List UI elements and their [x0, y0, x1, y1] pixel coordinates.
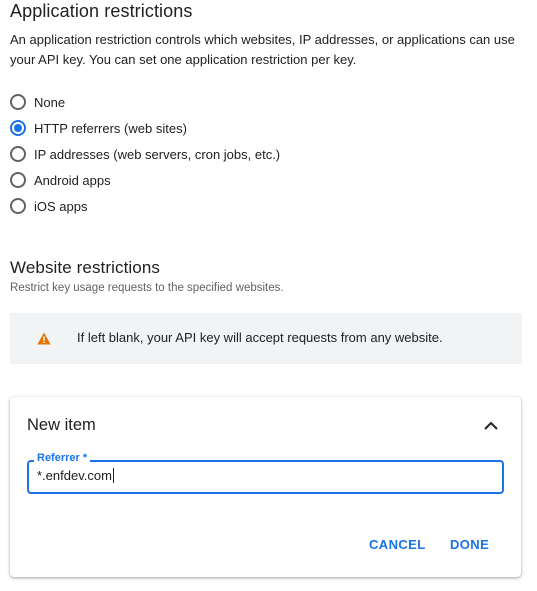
card-title: New item	[27, 416, 96, 434]
warning-icon	[37, 332, 51, 345]
referrer-input[interactable]: *.enfdev.com	[37, 468, 114, 483]
radio-button-checked[interactable]	[10, 120, 26, 136]
cancel-button[interactable]: CANCEL	[369, 537, 426, 552]
radio-option-android-apps[interactable]: Android apps	[10, 167, 280, 193]
radio-option-ip-addresses[interactable]: IP addresses (web servers, cron jobs, et…	[10, 141, 280, 167]
website-restrictions-title: Website restrictions	[10, 258, 161, 277]
radio-option-ios-apps[interactable]: iOS apps	[10, 193, 280, 219]
radio-label: None	[34, 94, 66, 110]
radio-button[interactable]	[10, 94, 26, 110]
text-cursor	[112, 468, 114, 483]
warning-banner: If left blank, your API key will accept …	[10, 313, 522, 364]
referrer-input-value: *.enfdev.com	[37, 468, 112, 483]
radio-option-http-referrers[interactable]: HTTP referrers (web sites)	[10, 115, 280, 141]
radio-button[interactable]	[10, 146, 26, 162]
radio-label: IP addresses (web servers, cron jobs, et…	[34, 146, 281, 162]
radio-label: HTTP referrers (web sites)	[34, 120, 187, 136]
warning-text: If left blank, your API key will accept …	[77, 330, 443, 345]
restriction-radio-group: None HTTP referrers (web sites) IP addre…	[10, 89, 280, 219]
website-restrictions-subtitle: Restrict key usage requests to the speci…	[10, 282, 284, 294]
referrer-field-label: Referrer *	[34, 452, 91, 464]
referrer-field[interactable]: Referrer * *.enfdev.com	[27, 452, 504, 494]
radio-option-none[interactable]: None	[10, 89, 280, 115]
radio-label: iOS apps	[34, 198, 88, 214]
app-restrictions-description: An application restriction controls whic…	[10, 32, 515, 67]
radio-button[interactable]	[10, 198, 26, 214]
radio-button[interactable]	[10, 172, 26, 188]
done-button[interactable]: DONE	[450, 537, 489, 552]
chevron-up-icon[interactable]	[483, 418, 499, 432]
app-restrictions-title: Application restrictions	[10, 1, 193, 21]
new-item-card: New item Referrer * *.enfdev.com CANCEL …	[10, 397, 521, 577]
radio-label: Android apps	[34, 172, 111, 188]
